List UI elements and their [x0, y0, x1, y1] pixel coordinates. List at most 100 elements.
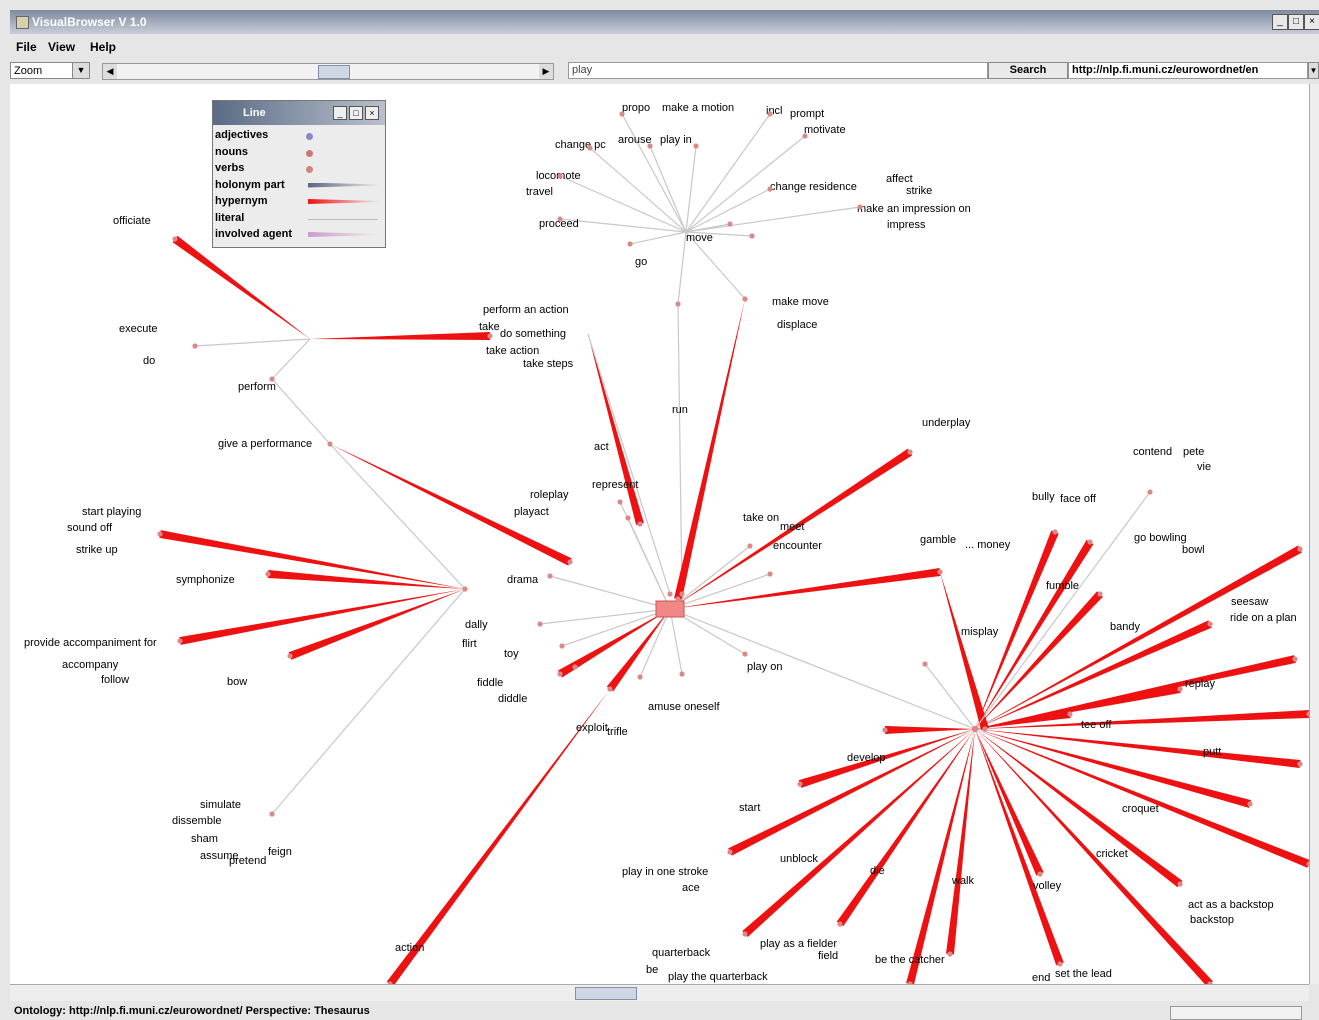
- graph-node[interactable]: [172, 236, 178, 242]
- graph-node-label[interactable]: go: [635, 256, 647, 268]
- ontology-url-field[interactable]: http://nlp.fi.muni.cz/eurowordnet/en: [1068, 62, 1308, 79]
- graph-node-label[interactable]: exploit: [576, 722, 608, 734]
- minimize-icon[interactable]: _: [1272, 14, 1288, 30]
- graph-node-label[interactable]: pretend: [229, 855, 266, 867]
- graph-node[interactable]: [557, 671, 563, 677]
- graph-node[interactable]: [1297, 761, 1303, 767]
- graph-node[interactable]: [587, 145, 593, 151]
- graph-node[interactable]: [742, 931, 748, 937]
- graph-node[interactable]: [537, 621, 543, 627]
- horizontal-scrollbar[interactable]: [10, 984, 1309, 1001]
- graph-node-label[interactable]: replay: [1185, 678, 1215, 690]
- graph-node-label[interactable]: pete: [1183, 446, 1204, 458]
- graph-node-label[interactable]: dally: [465, 619, 488, 631]
- graph-node-label[interactable]: play in: [660, 134, 692, 146]
- graph-node-label[interactable]: tee off: [1081, 719, 1112, 731]
- selected-node-play[interactable]: [655, 600, 685, 618]
- graph-node[interactable]: [947, 951, 953, 957]
- graph-node-label[interactable]: croquet: [1122, 803, 1159, 815]
- graph-node-label[interactable]: drama: [507, 574, 539, 586]
- graph-node-label[interactable]: follow: [101, 674, 129, 686]
- graph-node-label[interactable]: amuse oneself: [648, 701, 720, 713]
- graph-node-label[interactable]: be the catcher: [875, 954, 945, 966]
- graph-node[interactable]: [802, 133, 808, 139]
- graph-node-label[interactable]: putt: [1203, 746, 1221, 758]
- graph-node-label[interactable]: arouse: [618, 134, 652, 146]
- chevron-down-icon[interactable]: ▼: [72, 63, 89, 78]
- graph-node-label[interactable]: bow: [227, 676, 247, 688]
- graph-node-label[interactable]: motivate: [804, 124, 846, 136]
- graph-node[interactable]: [767, 186, 773, 192]
- graph-node-label[interactable]: develop: [847, 752, 886, 764]
- graph-node[interactable]: [675, 301, 681, 307]
- graph-node[interactable]: [749, 233, 755, 239]
- graph-node[interactable]: [327, 441, 333, 447]
- legend-window[interactable]: Line _ □ × adjectives nouns verbs holonym p…: [212, 100, 386, 248]
- search-button[interactable]: Search: [988, 62, 1068, 79]
- graph-node-label[interactable]: seesaw: [1231, 596, 1268, 608]
- graph-node-label[interactable]: provide accompaniment for: [24, 637, 157, 649]
- menu-help[interactable]: Help: [90, 40, 116, 54]
- graph-node[interactable]: [607, 686, 613, 692]
- graph-node[interactable]: [627, 241, 633, 247]
- graph-node-label[interactable]: cricket: [1096, 848, 1128, 860]
- graph-node-label[interactable]: change pc: [555, 139, 606, 151]
- graph-node[interactable]: [972, 726, 978, 732]
- graph-node[interactable]: [1207, 621, 1213, 627]
- graph-node-label[interactable]: volley: [1033, 880, 1062, 892]
- scroll-right-icon[interactable]: ▶: [539, 64, 553, 79]
- scroll-left-icon[interactable]: ◀: [103, 64, 117, 79]
- graph-node[interactable]: [1052, 529, 1058, 535]
- graph-node[interactable]: [1087, 539, 1093, 545]
- graph-node-label[interactable]: sham: [191, 833, 218, 845]
- graph-node-label[interactable]: dissemble: [172, 815, 222, 827]
- semantic-graph[interactable]: propo make a motion incl promptmotivatechan…: [10, 84, 1309, 984]
- graph-node-label[interactable]: play the quarterback: [668, 971, 768, 983]
- graph-node-label[interactable]: feign: [268, 846, 292, 858]
- graph-node-label[interactable]: perform: [238, 381, 276, 393]
- graph-node-label[interactable]: make a motion: [662, 102, 734, 114]
- graph-node-label[interactable]: quarterback: [652, 947, 711, 959]
- graph-node-label[interactable]: take on: [743, 512, 779, 524]
- graph-node[interactable]: [742, 651, 748, 657]
- graph-node[interactable]: [907, 449, 913, 455]
- zoom-slider[interactable]: ◀ ▶: [102, 63, 554, 80]
- graph-node-label[interactable]: prompt: [790, 108, 824, 120]
- graph-node[interactable]: [982, 726, 988, 732]
- graph-node-label[interactable]: move: [686, 232, 713, 244]
- graph-node[interactable]: [547, 573, 553, 579]
- graph-node[interactable]: [667, 591, 673, 597]
- graph-node-label[interactable]: represent: [592, 479, 638, 491]
- graph-node[interactable]: [693, 143, 699, 149]
- graph-node-label[interactable]: travel: [526, 186, 553, 198]
- graph-node-label[interactable]: start: [739, 802, 760, 814]
- graph-node[interactable]: [617, 499, 623, 505]
- graph-node-label[interactable]: meet: [780, 521, 804, 533]
- graph-node-label[interactable]: displace: [777, 319, 817, 331]
- graph-node-label[interactable]: misplay: [961, 626, 999, 638]
- graph-node-label[interactable]: take: [479, 321, 500, 333]
- graph-node[interactable]: [557, 216, 563, 222]
- close-icon[interactable]: ×: [365, 106, 379, 120]
- graph-node[interactable]: [647, 143, 653, 149]
- graph-node[interactable]: [937, 569, 943, 575]
- graph-node[interactable]: [619, 111, 625, 117]
- legend-titlebar[interactable]: Line _ □ ×: [213, 101, 385, 125]
- maximize-icon[interactable]: □: [1288, 14, 1304, 30]
- graph-node-label[interactable]: start playing: [82, 506, 141, 518]
- graph-node[interactable]: [567, 559, 573, 565]
- graph-node[interactable]: [269, 376, 275, 382]
- graph-node[interactable]: [1067, 711, 1073, 717]
- graph-node[interactable]: [269, 811, 275, 817]
- graph-node[interactable]: [265, 571, 271, 577]
- graph-node-label[interactable]: perform an action: [483, 304, 569, 316]
- graph-node[interactable]: [797, 781, 803, 787]
- graph-node-label[interactable]: end: [1032, 972, 1050, 984]
- graph-node-label[interactable]: strike: [906, 185, 932, 197]
- graph-node-label[interactable]: do something: [500, 328, 566, 340]
- graph-node[interactable]: [882, 727, 888, 733]
- graph-node-label[interactable]: ... money: [965, 539, 1011, 551]
- graph-node[interactable]: [1292, 656, 1298, 662]
- graph-node[interactable]: [625, 515, 631, 521]
- graph-node[interactable]: [837, 921, 843, 927]
